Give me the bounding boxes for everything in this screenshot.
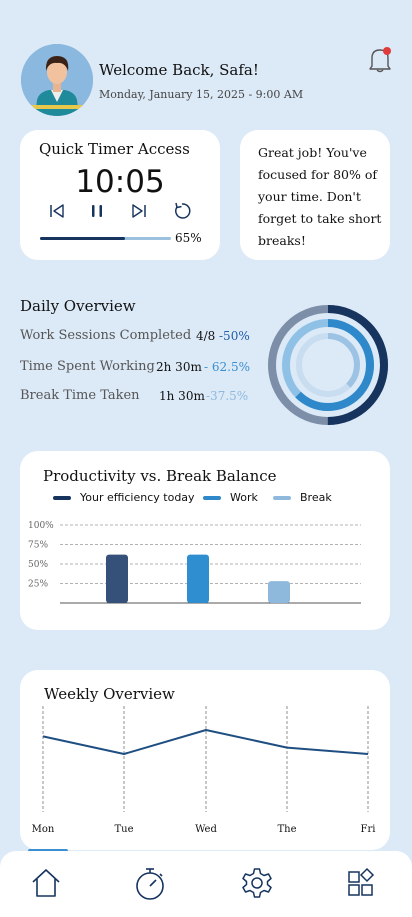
quick-timer-card: Quick Timer Access 10:05 65% (20, 130, 220, 260)
stat-delta-break-time: -37.5% (206, 389, 249, 403)
notification-button[interactable] (366, 44, 394, 74)
skip-back-button[interactable] (47, 201, 67, 221)
legend-label: Your efficiency today (80, 491, 195, 504)
timer-progress-label: 65% (175, 231, 202, 245)
weekly-overview-card: Weekly Overview Mon Tue Wed The Fri (20, 670, 390, 850)
legend-label: Work (230, 491, 258, 504)
user-portrait-icon (21, 44, 93, 116)
skip-forward-button[interactable] (129, 201, 149, 221)
weekly-overview-title: Weekly Overview (44, 685, 175, 703)
timer-title: Quick Timer Access (39, 140, 190, 158)
daily-progress-rings (268, 305, 388, 425)
timer-progress-bar (40, 237, 171, 240)
legend-swatch (273, 496, 291, 500)
stat-label-break-time: Break Time Taken (20, 388, 140, 403)
apps-icon (348, 867, 375, 896)
daily-overview-title: Daily Overview (20, 297, 136, 315)
nav-timer-button[interactable] (133, 865, 167, 901)
bottom-navigation (0, 851, 412, 917)
stat-value-work-sessions: 4/8 (196, 329, 216, 343)
stat-label-time-working: Time Spent Working (20, 359, 155, 374)
nav-home-button[interactable] (29, 865, 63, 901)
weekly-line (42, 729, 369, 755)
y-tick-label: 50% (28, 560, 48, 570)
pause-icon (92, 205, 102, 217)
stat-value-break-time: 1h 30m (159, 389, 205, 403)
productivity-title: Productivity vs. Break Balance (43, 467, 277, 485)
stat-delta-time-working: - 62.5% (204, 360, 250, 374)
y-tick-label: 100% (28, 521, 54, 531)
stat-delta-work-sessions: -50% (219, 329, 250, 343)
tip-message: Great job! You've focused for 80% of you… (258, 145, 382, 248)
bar (268, 581, 290, 603)
timer-icon (136, 868, 164, 900)
productivity-card: Productivity vs. Break Balance Your effi… (20, 451, 390, 630)
skip-forward-icon (132, 204, 146, 218)
avatar[interactable] (21, 44, 93, 116)
weekly-line-chart: Mon Tue Wed The Fri (32, 706, 376, 835)
nav-settings-button[interactable] (240, 865, 274, 901)
pause-button[interactable] (87, 201, 107, 221)
timer-progress-fill (40, 237, 126, 240)
x-tick-label: Fri (361, 824, 376, 835)
skip-back-icon (50, 204, 64, 218)
current-date: Monday, January 15, 2025 - 9:00 AM (99, 88, 304, 101)
legend-work: Work (203, 491, 258, 504)
home-icon (32, 869, 60, 897)
bar (187, 554, 209, 603)
bar (106, 554, 128, 603)
legend-break: Break (273, 491, 332, 504)
tip-card: Great job! You've focused for 80% of you… (240, 130, 390, 260)
y-tick-label: 75% (28, 541, 48, 551)
legend-efficiency: Your efficiency today (53, 491, 195, 504)
restart-icon (175, 202, 191, 219)
x-tick-label: Tue (114, 824, 133, 835)
nav-apps-button[interactable] (345, 865, 379, 901)
x-tick-label: Mon (32, 824, 55, 835)
x-tick-label: Wed (195, 824, 217, 835)
y-tick-label: 25% (28, 580, 48, 590)
timer-display: 10:05 (75, 164, 165, 200)
restart-button[interactable] (172, 201, 192, 221)
legend-swatch (203, 496, 221, 500)
legend-label: Break (300, 491, 332, 504)
legend-swatch (53, 496, 71, 500)
bell-icon (369, 47, 391, 73)
welcome-heading: Welcome Back, Safa! (99, 61, 259, 79)
stat-value-time-working: 2h 30m (156, 360, 202, 374)
notification-dot (383, 47, 391, 55)
productivity-bar-chart: 100% 75% 50% 25% (28, 521, 361, 604)
stat-label-work-sessions: Work Sessions Completed (20, 328, 192, 343)
settings-icon (242, 868, 272, 898)
x-tick-label: The (277, 824, 296, 835)
